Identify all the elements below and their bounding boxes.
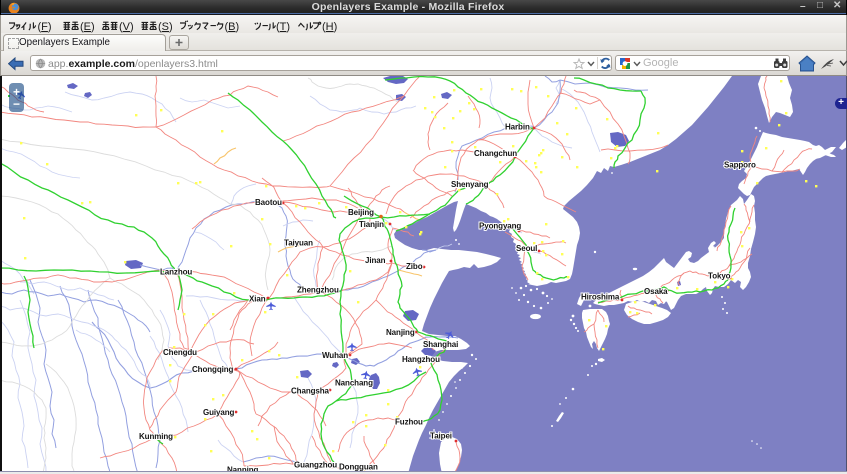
svg-text:Guiyang: Guiyang (203, 408, 235, 417)
svg-text:Harbin: Harbin (505, 123, 530, 132)
svg-text:Shanghai: Shanghai (423, 340, 458, 349)
svg-text:Tokyo: Tokyo (708, 272, 731, 281)
svg-text:Xian: Xian (249, 295, 266, 304)
svg-text:Chengdu: Chengdu (163, 348, 197, 357)
svg-text:Beijing: Beijing (348, 208, 374, 217)
svg-text:Pyongyang: Pyongyang (479, 222, 521, 231)
svg-text:(H): (H) (322, 21, 337, 33)
svg-text:Nanjing: Nanjing (386, 328, 415, 337)
svg-text:Nanchang: Nanchang (335, 379, 373, 388)
svg-text:Zhengzhou: Zhengzhou (297, 286, 339, 295)
svg-text:Sapporo: Sapporo (724, 161, 756, 170)
svg-text:Guangzhou: Guangzhou (294, 461, 337, 470)
svg-text:Chongqing: Chongqing (192, 365, 234, 374)
svg-text:Shenyang: Shenyang (451, 180, 489, 189)
svg-text:(T): (T) (276, 21, 290, 33)
svg-text:(B): (B) (225, 21, 240, 33)
svg-text:Zibo: Zibo (406, 262, 423, 271)
svg-text:Tianjin: Tianjin (359, 220, 384, 229)
svg-text:Kunming: Kunming (139, 432, 173, 441)
svg-text:Baotou: Baotou (255, 198, 282, 207)
svg-text:Jinan: Jinan (365, 256, 386, 265)
svg-text:Changchun: Changchun (474, 149, 517, 158)
svg-text:Hiroshima: Hiroshima (581, 293, 620, 302)
svg-text:Taiyuan: Taiyuan (284, 239, 313, 248)
svg-text:Fuzhou: Fuzhou (395, 418, 423, 427)
svg-text:Osaka: Osaka (644, 287, 668, 296)
svg-text:Hangzhou: Hangzhou (402, 355, 440, 364)
svg-text:(F): (F) (38, 21, 52, 33)
svg-text:Wuhan: Wuhan (322, 351, 348, 360)
svg-text:Seoul: Seoul (516, 244, 537, 253)
svg-text:Lanzhou: Lanzhou (160, 268, 192, 277)
svg-text:(S): (S) (158, 21, 173, 33)
svg-text:(E): (E) (80, 21, 95, 33)
svg-text:Changsha: Changsha (291, 387, 330, 396)
svg-text:Taipei: Taipei (430, 432, 452, 441)
svg-text:(V): (V) (119, 21, 134, 33)
